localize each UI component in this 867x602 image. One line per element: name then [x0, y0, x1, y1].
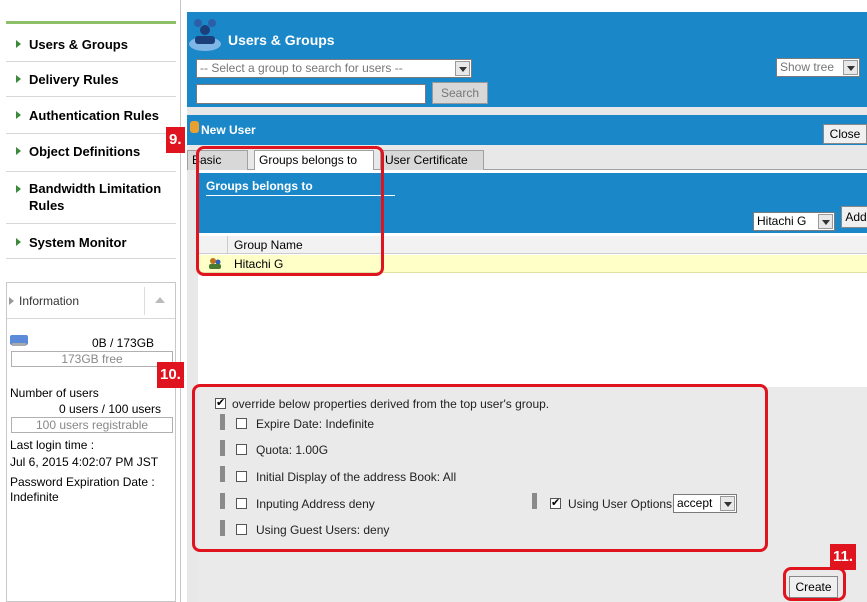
show-tree-select[interactable]: Show tree: [776, 58, 860, 77]
users-label: Number of users: [10, 386, 99, 400]
users-groups-title: Users & Groups: [228, 32, 335, 48]
information-title: Information: [19, 294, 80, 308]
annotation-label-11: 11.: [830, 544, 857, 570]
password-expiration-label: Password Expiration Date :: [10, 475, 155, 489]
group-search-select[interactable]: -- Select a group to search for users --: [196, 59, 472, 78]
group-search-select-value: -- Select a group to search for users --: [200, 61, 403, 75]
search-input[interactable]: [196, 84, 426, 104]
arrow-right-icon: [16, 238, 21, 246]
nav-item-object-definitions[interactable]: Object Definitions: [6, 134, 176, 172]
tab-user-certificate[interactable]: User Certificate: [380, 150, 484, 170]
chevron-down-icon: [843, 60, 858, 75]
arrow-right-icon: [16, 185, 21, 193]
nav-item-users-groups[interactable]: Users & Groups: [6, 27, 176, 62]
nav-item-label: Authentication Rules: [29, 108, 160, 123]
group-select[interactable]: Hitachi G: [753, 212, 835, 231]
collapse-icon[interactable]: [144, 287, 174, 315]
annotation-box-10: [192, 384, 768, 552]
users-groups-header: Users & Groups -- Select a group to sear…: [187, 12, 867, 107]
disk-icon: [10, 335, 28, 346]
annotation-label-10: 10.: [157, 362, 184, 388]
sidebar: Users & Groups Delivery Rules Authentica…: [0, 0, 181, 602]
information-panel: Information 0B / 173GB 173GB free Number…: [6, 282, 176, 602]
add-button[interactable]: Add: [841, 206, 867, 228]
last-login-value: Jul 6, 2015 4:02:07 PM JST: [10, 455, 159, 469]
password-expiration-value: Indefinite: [10, 490, 59, 504]
disk-free-gauge: 173GB free: [11, 351, 173, 367]
nav-item-label: Users & Groups: [29, 37, 128, 52]
annotation-box-9: [196, 146, 384, 276]
users-registrable-gauge: 100 users registrable: [11, 417, 173, 433]
user-icon: [190, 121, 199, 133]
sidebar-accent-line: [6, 21, 176, 24]
close-button[interactable]: Close: [823, 124, 867, 144]
show-tree-value: Show tree: [780, 60, 835, 74]
search-button[interactable]: Search: [432, 82, 488, 104]
annotation-label-9: 9.: [166, 127, 185, 153]
last-login-label: Last login time :: [10, 438, 95, 452]
new-user-header: New User Close: [187, 115, 867, 145]
arrow-right-icon: [16, 111, 21, 119]
nav-item-label: Bandwidth Limitation Rules: [29, 181, 162, 213]
chevron-down-icon: [455, 61, 470, 76]
arrow-right-icon: [16, 40, 21, 48]
new-user-title: New User: [201, 123, 256, 137]
arrow-right-icon: [16, 147, 21, 155]
chevron-down-icon: [818, 214, 833, 229]
arrow-right-icon: [16, 75, 21, 83]
nav-item-delivery-rules[interactable]: Delivery Rules: [6, 62, 176, 97]
information-header[interactable]: Information: [7, 283, 175, 319]
nav-item-system-monitor[interactable]: System Monitor: [6, 224, 176, 259]
arrow-right-icon: [9, 297, 14, 305]
nav-item-bandwidth-limitation-rules[interactable]: Bandwidth Limitation Rules: [6, 172, 176, 224]
nav-item-authentication-rules[interactable]: Authentication Rules: [6, 97, 176, 134]
users-groups-icon: [189, 19, 221, 51]
group-select-value: Hitachi G: [757, 214, 807, 228]
disk-usage: 0B / 173GB: [92, 336, 155, 350]
nav-item-label: System Monitor: [29, 235, 127, 250]
nav-item-label: Delivery Rules: [29, 72, 119, 87]
annotation-box-11: [783, 567, 846, 601]
nav-item-label: Object Definitions: [29, 144, 141, 159]
users-value: 0 users / 100 users: [59, 402, 162, 416]
